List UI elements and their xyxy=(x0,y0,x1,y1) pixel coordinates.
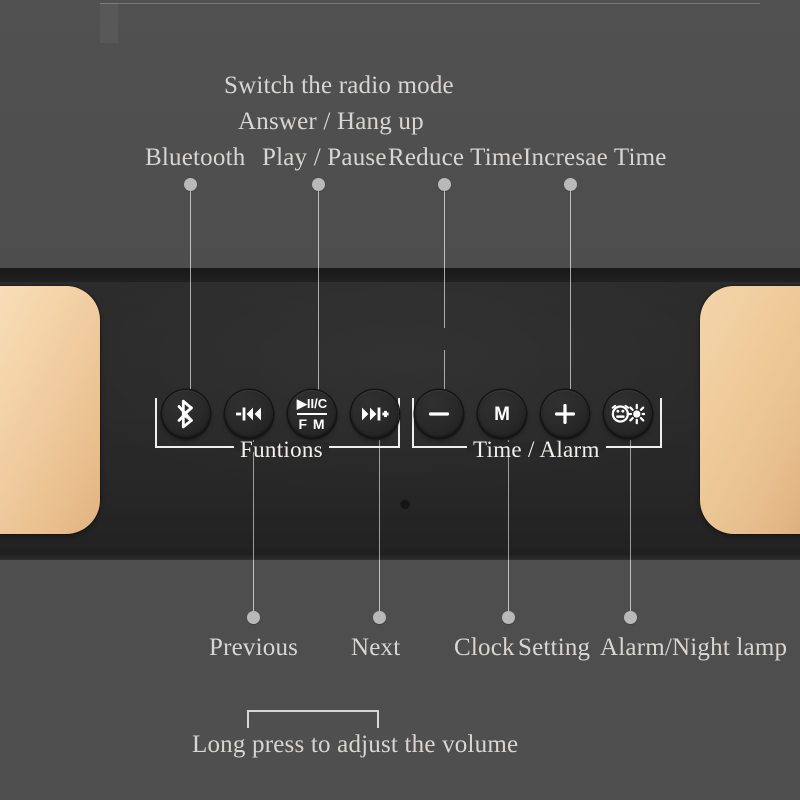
annotation-label: Previous xyxy=(209,634,299,661)
leader-line-overlay-next xyxy=(378,440,380,560)
minus-icon xyxy=(424,399,454,429)
alarm-clock-sun-icon xyxy=(611,401,645,427)
gold-end-cap-right xyxy=(700,286,800,534)
leader-line-overlay-reduce-time xyxy=(443,268,445,328)
speaker-annotation-diagram: Funtions Time / Alarm ▶II/C F M M Switch th… xyxy=(0,0,800,800)
leader-dot-play-pause xyxy=(312,178,325,191)
annotation-label: Alarm/Night lamp xyxy=(600,634,788,661)
previous-track-button[interactable] xyxy=(225,390,273,438)
leader-line-overlay-alarm-night-lamp xyxy=(629,440,631,560)
play-pause-fm-icon: ▶II/C F M xyxy=(297,397,327,431)
next-track-icon xyxy=(360,399,390,429)
leader-dot-clock-setting xyxy=(502,611,515,624)
leader-dot-bluetooth xyxy=(184,178,197,191)
annotation-label: Play / Pause xyxy=(262,144,387,171)
annotation-label: Switch the radio mode xyxy=(224,72,454,99)
alarm-night-lamp-button[interactable] xyxy=(604,390,652,438)
mode-button[interactable]: M xyxy=(478,390,526,438)
leader-line-overlay-bluetooth xyxy=(189,268,191,390)
annotation-label: Bluetooth xyxy=(145,144,246,171)
next-track-button[interactable] xyxy=(351,390,399,438)
reduce-time-button[interactable] xyxy=(415,390,463,438)
volume-bracket xyxy=(247,710,379,728)
fm-divider xyxy=(296,413,327,415)
annotation-label: Setting xyxy=(518,634,591,661)
previous-track-icon xyxy=(234,399,264,429)
letter-m-icon: M xyxy=(494,403,510,425)
leader-dot-increase-time xyxy=(564,178,577,191)
status-led xyxy=(400,499,410,509)
fm-glyph-top: ▶II/C xyxy=(296,396,328,411)
plus-icon xyxy=(550,399,580,429)
top-hairline xyxy=(100,3,760,4)
volume-note-label: Long press to adjust the volume xyxy=(192,731,519,758)
annotation-label: Answer / Hang up xyxy=(238,108,424,135)
leader-dot-alarm-night-lamp xyxy=(624,611,637,624)
leader-line-alarm-night-lamp xyxy=(629,556,631,611)
leader-line-previous xyxy=(252,556,254,611)
time-alarm-group-label: Time / Alarm xyxy=(473,437,600,462)
bluetooth-icon xyxy=(171,399,201,429)
leader-line-clock-setting xyxy=(507,556,509,611)
leader-line-next xyxy=(378,556,380,611)
annotation-label: Incresae Time xyxy=(523,144,667,171)
speaker-bottom-edge xyxy=(0,544,800,560)
play-pause-fm-button[interactable]: ▶II/C F M xyxy=(288,390,336,438)
annotation-label: Next xyxy=(351,634,401,661)
leader-line-overlay-reduce-time xyxy=(443,350,445,390)
increase-time-button[interactable] xyxy=(541,390,589,438)
annotation-label: Clock xyxy=(454,634,515,661)
bluetooth-button[interactable] xyxy=(162,390,210,438)
leader-dot-previous xyxy=(247,611,260,624)
annotation-label: Reduce Time xyxy=(388,144,523,171)
gold-end-cap-left xyxy=(0,286,100,534)
speaker-body xyxy=(0,268,800,560)
leader-line-overlay-play-pause xyxy=(317,268,319,390)
top-hairline-stub xyxy=(100,3,118,43)
fm-glyph-bottom: F M xyxy=(298,416,326,432)
leader-dot-reduce-time xyxy=(438,178,451,191)
leader-line-overlay-increase-time xyxy=(569,268,571,390)
functions-group-label: Funtions xyxy=(240,437,323,462)
leader-dot-next xyxy=(373,611,386,624)
